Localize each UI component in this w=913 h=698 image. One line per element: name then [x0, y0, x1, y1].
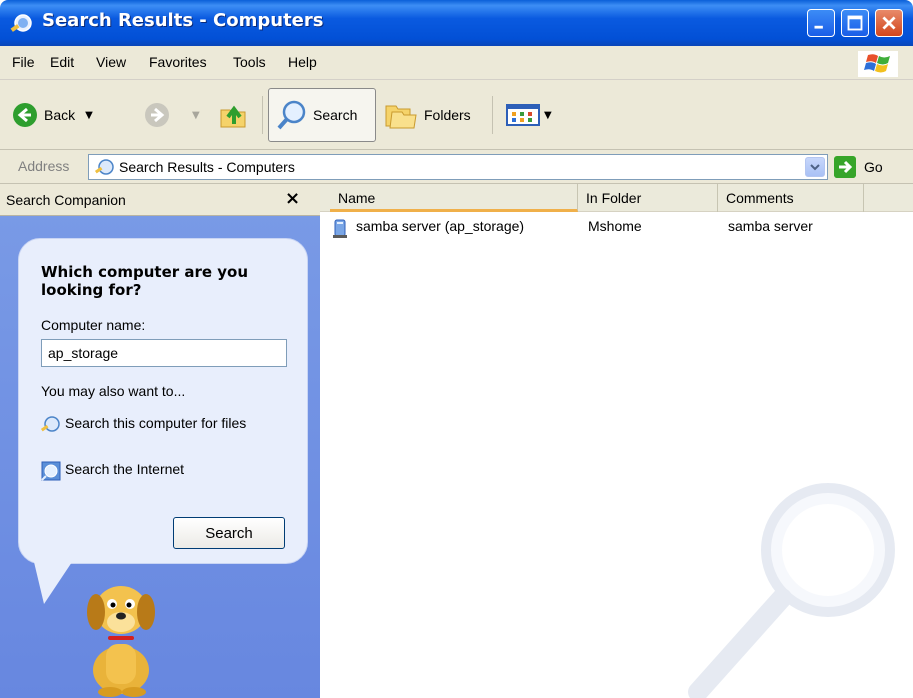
result-row[interactable]: samba server (ap_storage) Mshome samba s…	[332, 218, 892, 240]
column-comments[interactable]: Comments	[718, 184, 864, 212]
back-label: Back	[44, 107, 76, 123]
search-results-icon	[95, 159, 114, 175]
forward-dropdown-icon[interactable]: ▼	[192, 110, 200, 121]
back-arrow-icon	[13, 103, 37, 127]
address-value: Search Results - Computers	[119, 159, 295, 175]
folders-button[interactable]: Folders	[384, 100, 471, 130]
magnifier-watermark-icon	[688, 483, 895, 698]
search-computer-icon	[10, 14, 32, 32]
forward-button[interactable]: ▼	[144, 102, 200, 128]
search-companion-pane: Search Companion × Which computer are yo…	[0, 184, 320, 698]
back-button[interactable]: Back ▼	[12, 102, 93, 128]
search-this-computer-label: Search this computer for files	[65, 415, 247, 431]
search-toolbar-button[interactable]: Search	[268, 88, 376, 142]
go-button[interactable]: Go	[834, 156, 904, 178]
toolbar-separator	[262, 96, 263, 134]
window-title: Search Results - Computers	[42, 10, 324, 31]
menu-favorites[interactable]: Favorites	[149, 54, 207, 70]
views-button[interactable]: ▼	[506, 104, 552, 126]
minimize-button[interactable]	[807, 9, 835, 37]
back-dropdown-icon[interactable]: ▼	[85, 110, 93, 121]
up-folder-button[interactable]	[218, 100, 248, 130]
column-in-folder[interactable]: In Folder	[578, 184, 718, 212]
title-bar: Search Results - Computers	[0, 0, 913, 46]
folders-icon	[385, 105, 417, 129]
search-internet-icon	[41, 461, 61, 481]
search-dog-icon	[87, 586, 155, 697]
close-pane-icon[interactable]: ×	[285, 188, 300, 209]
result-name: samba server (ap_storage)	[356, 218, 525, 234]
also-want-label: You may also want to...	[41, 383, 186, 399]
up-folder-icon	[220, 105, 246, 128]
computer-name-label: Computer name:	[41, 317, 146, 333]
address-label: Address	[18, 158, 70, 174]
search-companion-header: Search Companion ×	[0, 184, 320, 216]
results-pane: Name In Folder Comments samba server (ap…	[320, 184, 913, 698]
computer-icon	[333, 219, 347, 238]
menu-tools[interactable]: Tools	[233, 54, 266, 70]
result-folder: Mshome	[588, 218, 642, 234]
views-icon	[506, 104, 540, 126]
search-question: Which computer are you looking for?	[41, 263, 249, 299]
address-dropdown-button[interactable]	[805, 157, 825, 177]
search-this-computer-link[interactable]: Search this computer for files	[41, 415, 285, 435]
menu-file[interactable]: File	[12, 54, 35, 70]
search-bubble: Which computer are you looking for? Comp…	[18, 238, 308, 564]
menu-bar: File Edit View Favorites Tools Help	[0, 46, 913, 80]
close-button[interactable]	[875, 9, 903, 37]
go-label: Go	[864, 159, 883, 175]
go-arrow-icon	[834, 156, 856, 178]
search-label: Search	[313, 107, 358, 123]
windows-logo-icon	[858, 51, 898, 77]
chevron-down-icon	[810, 164, 820, 171]
address-bar: Address Search Results - Computers Go	[0, 150, 913, 184]
toolbar-separator	[492, 96, 493, 134]
column-name[interactable]: Name	[330, 184, 578, 212]
toolbar: Back ▼ ▼ Search Folders ▼	[0, 80, 913, 150]
menu-edit[interactable]: Edit	[50, 54, 74, 70]
computer-name-input[interactable]	[41, 339, 287, 367]
search-companion-title: Search Companion	[6, 192, 126, 208]
maximize-button[interactable]	[841, 9, 869, 37]
menu-help[interactable]: Help	[288, 54, 317, 70]
column-header: Name In Folder Comments	[320, 184, 913, 212]
result-comments: samba server	[728, 218, 813, 234]
search-computer-icon	[41, 416, 60, 432]
forward-arrow-icon	[145, 103, 169, 127]
views-dropdown-icon[interactable]: ▼	[544, 110, 552, 121]
menu-view[interactable]: View	[96, 54, 126, 70]
search-internet-label: Search the Internet	[65, 461, 185, 477]
bubble-tail	[34, 562, 72, 604]
search-icon	[277, 100, 306, 130]
search-button[interactable]: Search	[173, 517, 285, 549]
search-internet-link[interactable]: Search the Internet	[41, 461, 285, 481]
folders-label: Folders	[424, 107, 471, 123]
address-field[interactable]: Search Results - Computers	[88, 154, 828, 180]
